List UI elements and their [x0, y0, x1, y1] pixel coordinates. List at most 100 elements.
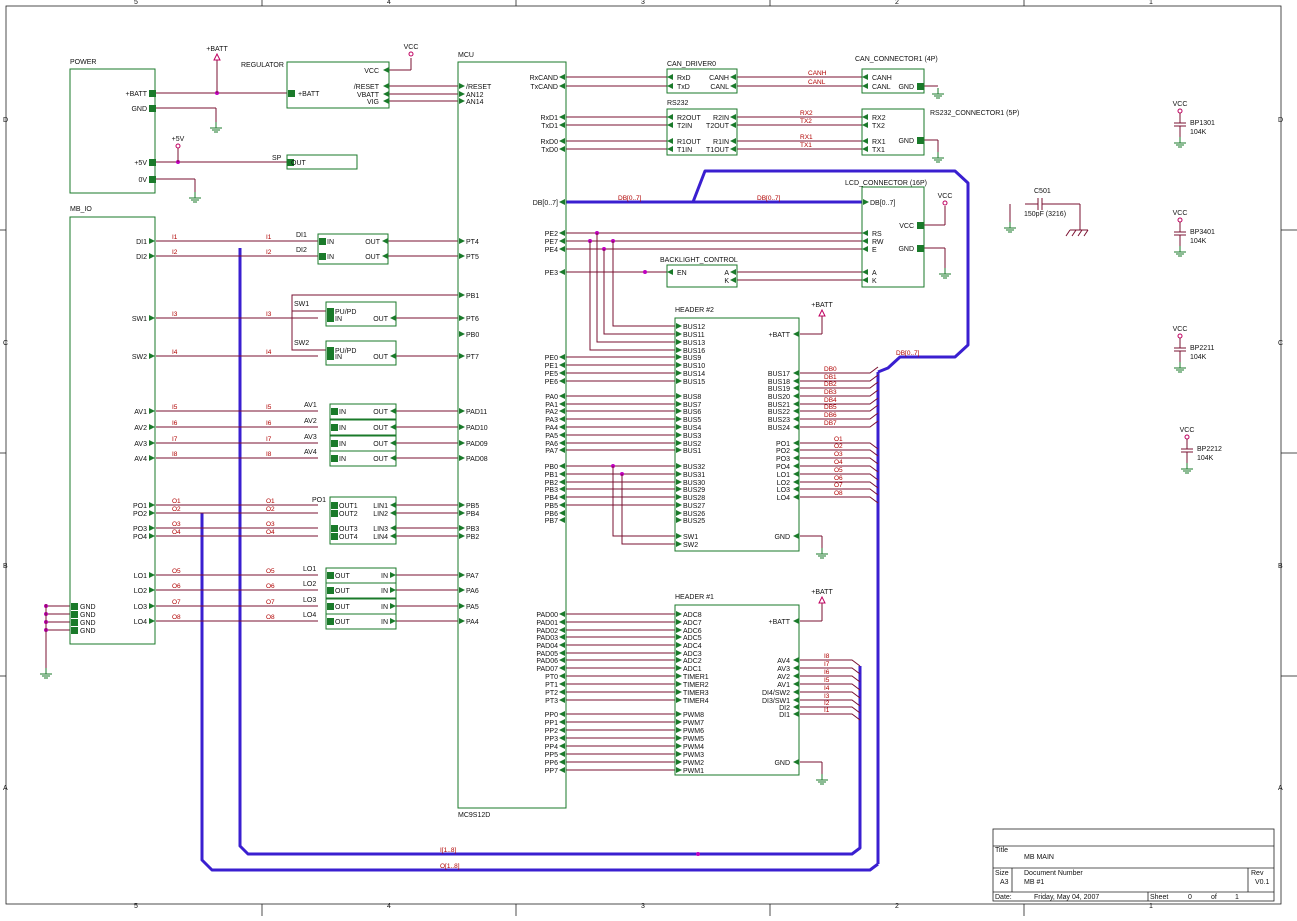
h2-left-label: BUS26	[683, 511, 705, 518]
h2-left-pin	[676, 408, 682, 414]
mcu-left-pin	[459, 331, 465, 337]
h2-left-label: BUS13	[683, 340, 705, 347]
ground-symbol	[1174, 246, 1186, 257]
h2-right-pin	[793, 370, 799, 376]
bl-out-label: K	[724, 278, 729, 285]
mcu-right-label: PT2	[545, 690, 558, 697]
po-in-pin	[331, 502, 338, 509]
h1-left-label: TIMER4	[683, 698, 709, 705]
rs232-pin	[667, 146, 673, 152]
cap-value: 104K	[1190, 354, 1207, 361]
mcu-right-label: RxCAND	[530, 75, 558, 82]
mcu-right-label: PE0	[545, 355, 558, 362]
capacitor	[1181, 439, 1193, 463]
h1-left-label: ADC7	[683, 620, 702, 627]
power-block	[69, 68, 156, 194]
net-label: O7	[172, 599, 181, 606]
h2-left-pin	[676, 347, 682, 353]
h2-left-label: BUS2	[683, 441, 701, 448]
h1-i-net: I2	[824, 700, 830, 707]
h1-left-pin	[676, 743, 682, 749]
wire	[800, 404, 879, 412]
mcu-right-pin	[559, 510, 565, 516]
h2-right-label: BUS17	[768, 371, 790, 378]
net-label: I4	[266, 349, 272, 356]
h1-left-pin	[676, 619, 682, 625]
can-conn-pin	[862, 83, 868, 89]
mcu-right-label: RxD0	[540, 139, 558, 146]
h1-left-pin	[676, 681, 682, 687]
mbio-pin	[149, 525, 155, 531]
h2-left-label: BUS31	[683, 472, 705, 479]
h2-left-pin	[676, 479, 682, 485]
h2-db-net: DB0	[824, 366, 837, 373]
po-name: PO1	[312, 497, 326, 504]
h1-left-pin	[676, 711, 682, 717]
wire	[800, 691, 861, 699]
h2-right-pin	[793, 455, 799, 461]
rev-value: V0.1	[1255, 879, 1270, 886]
h2-right-label: PO4	[776, 464, 790, 471]
mcu-right-label: PAD07	[536, 666, 558, 673]
docnum-label: Document Number	[1024, 870, 1083, 877]
av-out-pin	[390, 440, 396, 446]
mcu-right-label: PT1	[545, 682, 558, 689]
rs232-conn-label: RX2	[872, 115, 886, 122]
mcu-right-pin	[559, 199, 565, 205]
wire	[800, 389, 879, 397]
power-label: VCC	[1173, 101, 1188, 108]
mcu-left-pin	[459, 353, 465, 359]
mcu-right-label: PE7	[545, 239, 558, 246]
sw-out-label: OUT	[373, 354, 389, 361]
power-circle	[942, 200, 948, 206]
po-in-pin	[331, 510, 338, 517]
power-circle	[1177, 333, 1183, 339]
mcu-right-pin	[559, 138, 565, 144]
h2-left-label: SW2	[683, 542, 698, 549]
h2-right-label: BUS21	[768, 402, 790, 409]
h1-left-label: ADC6	[683, 628, 702, 635]
cap-value: 104K	[1190, 238, 1207, 245]
rs232-label: T1OUT	[706, 147, 730, 154]
bl-en-label: EN	[677, 270, 687, 277]
h2-left-label: BUS15	[683, 379, 705, 386]
mcu-right-label: PB5	[545, 503, 558, 510]
di-in-label: IN	[327, 254, 334, 261]
mcu-right-pin	[559, 619, 565, 625]
h2-db-net: DB7	[824, 420, 837, 427]
power-symbol	[1177, 108, 1183, 114]
lcd-gnd-pin	[917, 245, 924, 252]
bl-out-label: A	[724, 270, 729, 277]
av-out-label: OUT	[373, 456, 389, 463]
zone-bottom-label: 3	[641, 903, 645, 910]
h1-right-pin	[793, 681, 799, 687]
lo-in-label: IN	[381, 588, 388, 595]
mbio-pin	[149, 238, 155, 244]
mcu-right-pin	[559, 393, 565, 399]
sw-pupd-label: PU/PD	[335, 309, 356, 316]
mcu-left-pin	[459, 91, 465, 97]
net-label: I8	[172, 451, 178, 458]
h2-right-pin	[793, 471, 799, 477]
rs232-conn-label: TX1	[872, 147, 885, 154]
bus-layer	[200, 169, 970, 872]
ground-symbol	[932, 152, 944, 163]
h1-left-pin	[676, 689, 682, 695]
mbio-pin	[149, 587, 155, 593]
power-label: VCC	[1173, 326, 1188, 333]
mcu-left-pin	[459, 424, 465, 430]
mcu-left-pin	[459, 440, 465, 446]
h1-left-label: ADC8	[683, 612, 702, 619]
h1-right-pin	[793, 697, 799, 703]
wire	[1083, 229, 1089, 237]
lo-in-label: IN	[381, 573, 388, 580]
mcu-right-label: PP3	[545, 736, 558, 743]
av-out-label: OUT	[373, 425, 389, 432]
di-in-pin	[319, 238, 326, 245]
can-drv-pin	[730, 83, 736, 89]
h2-right-pin	[793, 447, 799, 453]
av-out-label: OUT	[373, 441, 389, 448]
mcu-left-label: PB1	[466, 293, 479, 300]
h2-left-label: BUS27	[683, 503, 705, 510]
supply-label: +BATT	[811, 589, 833, 596]
